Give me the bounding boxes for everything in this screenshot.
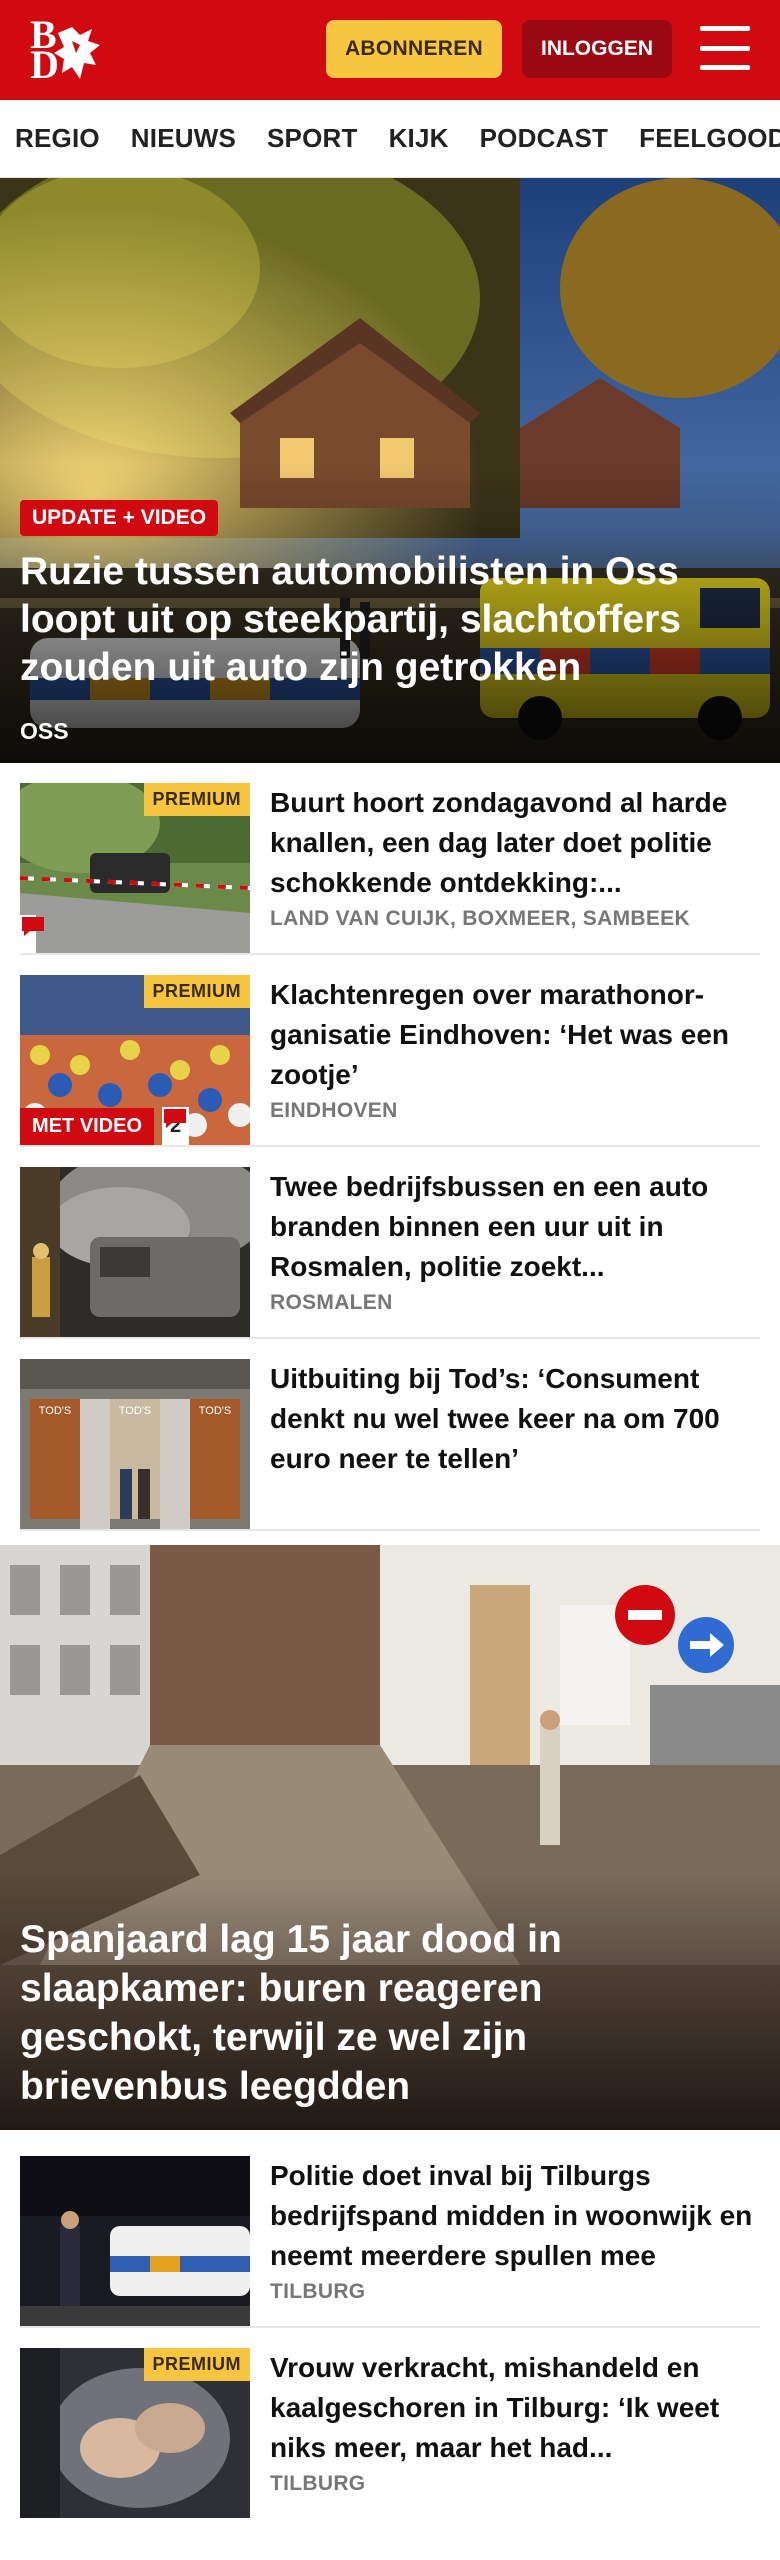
menu-bar: [700, 65, 750, 70]
comment-icon: [164, 1109, 186, 1128]
article-text: Twee bedrijfsbussen en een auto branden …: [250, 1167, 760, 1317]
nav-item-kijk[interactable]: KIJK: [389, 123, 449, 154]
hero-headline[interactable]: Ruzie tussen automobilisten in Oss loopt…: [20, 548, 760, 692]
article-list: PREMIUM Buurt hoort zondagavond al harde…: [0, 763, 780, 1531]
dragon-icon: [54, 27, 100, 79]
article-location: ROSMALEN: [270, 1291, 393, 1314]
feature-headline[interactable]: Spanjaard lag 15 jaar dood in slaapkamer…: [20, 1915, 720, 2111]
list-item[interactable]: PREMIUM Vrouw verkracht, mishandeld en k…: [20, 2328, 760, 2520]
nav-item-podcast[interactable]: PODCAST: [480, 123, 609, 154]
hamburger-menu-icon[interactable]: [700, 26, 750, 70]
comment-badge: 2: [162, 1107, 190, 1145]
hero-location: OSS: [20, 718, 69, 744]
article-thumbnail[interactable]: TOD'S TOD'S TOD'S: [20, 1359, 250, 1529]
article-thumbnail[interactable]: PREMIUM: [20, 2348, 250, 2518]
list-item[interactable]: TOD'S TOD'S TOD'S Uitbuiting bij Tod’s: …: [20, 1339, 760, 1531]
nav-item-nieuws[interactable]: NIEUWS: [131, 123, 236, 154]
store-sign-left: TOD'S: [39, 1405, 71, 1417]
premium-badge: PREMIUM: [143, 975, 250, 1008]
hero-article[interactable]: UPDATE + VIDEO Ruzie tussen automobilist…: [0, 178, 780, 763]
thumbnail-image: TOD'S TOD'S TOD'S: [20, 1359, 250, 1529]
thumbnail-image: [20, 2156, 250, 2326]
nav-item-sport[interactable]: SPORT: [267, 123, 358, 154]
premium-badge: PREMIUM: [143, 2348, 250, 2381]
update-video-badge: UPDATE + VIDEO: [20, 500, 219, 536]
article-text: Buurt hoort zondagavond al harde knallen…: [250, 783, 760, 933]
menu-bar: [700, 26, 750, 31]
menu-bar: [700, 45, 750, 51]
article-title[interactable]: Twee bedrijfsbussen en een auto branden …: [270, 1167, 760, 1287]
article-text: Klachtenregen over marathonor­ganisatie …: [250, 975, 760, 1125]
article-text: Vrouw verkracht, mishandeld en kaalgesch…: [250, 2348, 760, 2500]
article-text: Politie doet inval bij Tilburgs bedrijfs…: [250, 2156, 760, 2306]
article-location: LAND VAN CUIJK, BOXMEER, SAMBEEK: [270, 907, 690, 930]
bd-logo[interactable]: B D: [20, 15, 112, 85]
login-button[interactable]: INLOGGEN: [522, 20, 672, 78]
list-item[interactable]: Politie doet inval bij Tilburgs bedrijfs…: [20, 2136, 760, 2328]
list-item[interactable]: Twee bedrijfsbussen en een auto branden …: [20, 1147, 760, 1339]
list-item[interactable]: PREMIUM Buurt hoort zondagavond al harde…: [20, 763, 760, 955]
article-title[interactable]: Politie doet inval bij Tilburgs bedrijfs…: [270, 2156, 760, 2276]
store-sign-right: TOD'S: [199, 1405, 231, 1417]
comment-badge: [20, 915, 44, 953]
top-header: B D ABONNEREN INLOGGEN: [0, 0, 780, 100]
subscribe-button[interactable]: ABONNEREN: [326, 20, 502, 78]
article-thumbnail[interactable]: [20, 1167, 250, 1337]
section-nav: REGIO NIEUWS SPORT KIJK PODCAST FEELGOOD…: [0, 100, 780, 178]
thumbnail-image: [20, 1167, 250, 1337]
comment-icon: [22, 917, 44, 936]
list-item[interactable]: PREMIUM MET VIDEO 2 Klachtenregen over m…: [20, 955, 760, 1147]
article-list-2: Politie doet inval bij Tilburgs bedrijfs…: [0, 2136, 780, 2520]
article-location: EINDHOVEN: [270, 1099, 398, 1122]
article-thumbnail[interactable]: PREMIUM: [20, 783, 250, 953]
nav-item-feelgood[interactable]: FEELGOOD: [639, 123, 780, 154]
premium-badge: PREMIUM: [143, 783, 250, 816]
article-text: Uitbuiting bij Tod’s: ‘Consument denkt n…: [250, 1359, 760, 1509]
article-location: TILBURG: [270, 2472, 366, 2495]
article-title[interactable]: Buurt hoort zondagavond al harde knallen…: [270, 783, 760, 903]
article-thumbnail[interactable]: [20, 2156, 250, 2326]
article-title[interactable]: Uitbuiting bij Tod’s: ‘Consument denkt n…: [270, 1359, 760, 1479]
store-sign-middle: TOD'S: [119, 1405, 151, 1417]
video-badge: MET VIDEO: [20, 1108, 155, 1145]
nav-item-regio[interactable]: REGIO: [15, 123, 100, 154]
feature-article[interactable]: Spanjaard lag 15 jaar dood in slaapkamer…: [0, 1545, 780, 2130]
article-location: TILBURG: [270, 2280, 366, 2303]
article-thumbnail[interactable]: PREMIUM MET VIDEO 2: [20, 975, 250, 1145]
article-title[interactable]: Klachtenregen over marathonor­ganisatie …: [270, 975, 760, 1095]
article-title[interactable]: Vrouw verkracht, mishandeld en kaalgesch…: [270, 2348, 760, 2468]
